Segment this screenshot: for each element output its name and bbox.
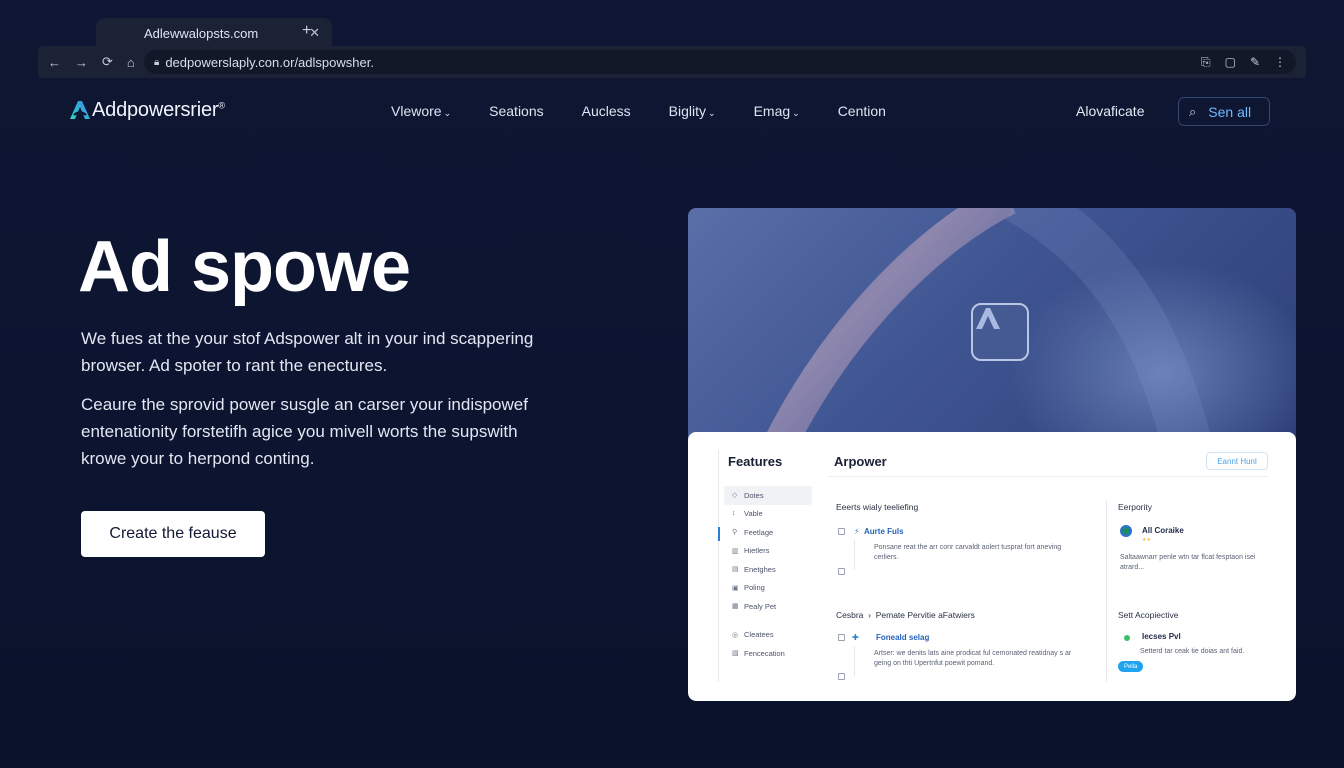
sidebar-item-icon: ▧ (732, 650, 739, 658)
avatar (1120, 525, 1132, 537)
toolbar-right-icons: ⎘ ▢ ✎ ⋮ (1201, 55, 1286, 70)
search-button-label: Sen all (1208, 103, 1252, 120)
dashboard-action-button[interactable]: Eannt Hunl (1206, 452, 1268, 470)
breadcrumb: Cesbra › Pemate Pervitie aFatwiers (836, 610, 975, 620)
sidebar-item[interactable]: ◎ Cleatees (724, 626, 812, 645)
forward-icon[interactable]: → (75, 55, 88, 70)
section-title: Eerpority (1118, 502, 1153, 512)
sidebar-item-icon: ◇ (732, 492, 738, 500)
search-button[interactable]: ⌕ Sen all (1178, 97, 1270, 126)
site-logo[interactable]: Addpowersrier® (68, 98, 225, 122)
dashboard-title: Arpower (834, 454, 887, 469)
nav-item-vlewore[interactable]: Vlewore ⌄ (391, 103, 451, 119)
dashboard-panel: Features Arpower Eannt Hunl ◇ Dotes ↕ Vabl… (688, 432, 1296, 701)
nav-item-seations[interactable]: Seations (489, 103, 543, 119)
row-title[interactable]: Iecses Pvl (1142, 632, 1181, 641)
chevron-down-icon: ⌄ (443, 108, 452, 118)
hero-paragraph-2: Ceaure the sprovid power susgle an carse… (81, 395, 528, 468)
divider (1106, 500, 1107, 682)
nav-item-biglity[interactable]: Biglity ⌄ (669, 103, 716, 119)
hero-paragraph-1: We fues at the your stof Adspower alt in… (81, 329, 534, 375)
rating-stars: ★★ (1142, 537, 1151, 543)
divider (718, 450, 719, 682)
new-tab-icon[interactable]: + (302, 22, 311, 40)
sidebar-item[interactable]: ◇ Dotes (724, 486, 812, 505)
search-icon: ⌕ (1189, 103, 1197, 119)
checkbox[interactable] (838, 568, 845, 575)
browser-tab[interactable]: Adlewwalopsts.com ✕ (96, 18, 332, 48)
menu-icon[interactable]: ⋮ (1274, 55, 1286, 70)
nav-buttons: ← → ⟳ ⌂ (48, 54, 144, 70)
back-icon[interactable]: ← (48, 55, 61, 70)
dashboard-sidebar: ◇ Dotes ↕ Vable ⚲ Feetlage ▥ Hietlers ▤ Enetg… (724, 486, 812, 663)
sidebar-item[interactable]: ▦ Pealy Pet (724, 597, 812, 616)
main-nav: Vlewore ⌄ Seations Aucless Biglity ⌄ Emag ⌄… (391, 103, 924, 119)
row-text: Saltaawnarr penle wtn tar flcat fesptaon… (1120, 554, 1256, 571)
sidebar-item-icon: ▥ (732, 547, 739, 555)
home-icon[interactable]: ⌂ (127, 55, 135, 70)
window-icon[interactable]: ▢ (1225, 55, 1236, 70)
status-badge: Pella (1118, 661, 1144, 672)
row-text: Ponsane reat the arr conr carvaldt aoler… (874, 544, 1062, 561)
checkbox[interactable] (838, 634, 845, 641)
app-logo-icon (971, 303, 1029, 361)
row-text: Setterd tar ceak tie doias ant faid. (1140, 648, 1245, 655)
lock-icon: 🔒︎ (154, 56, 160, 68)
sidebar-item-icon: ▤ (732, 566, 739, 574)
link-icon: ✚ (852, 633, 859, 642)
row-text: Artser: we denits lats aine prodicat ful… (874, 650, 1072, 667)
header-cta-link[interactable]: Alovaficate (1076, 103, 1144, 119)
sidebar-item[interactable]: ⚲ Feetlage (724, 523, 812, 542)
extension-icon[interactable]: ⎘ (1201, 55, 1211, 70)
status-dot (1124, 635, 1130, 641)
sidebar-item[interactable]: ↕ Vable (724, 505, 812, 524)
create-feature-button[interactable]: Create the feause (81, 511, 265, 557)
checkbox[interactable] (838, 673, 845, 680)
edit-icon[interactable]: ✎ (1250, 55, 1260, 70)
sidebar-item-icon: ↕ (732, 510, 736, 518)
sidebar-item-icon: ▦ (732, 603, 739, 611)
preview-banner (688, 208, 1296, 438)
logo-mark-icon (68, 98, 92, 122)
browser-chrome: Adlewwalopsts.com ✕ + ← → ⟳ ⌂ 🔒︎ dedpowe… (38, 16, 1306, 78)
tab-strip: Adlewwalopsts.com ✕ + (38, 16, 1306, 48)
url-text: dedpowerslaply.con.or/adlspowsher. (165, 54, 374, 70)
checkbox[interactable] (838, 528, 845, 535)
section-title: Sett Acopiective (1118, 610, 1179, 620)
row-title[interactable]: All Coraike (1142, 526, 1184, 535)
nav-item-cention[interactable]: Cention (838, 103, 886, 119)
sidebar-item[interactable]: ▥ Hietlers (724, 542, 812, 561)
nav-item-aucless[interactable]: Aucless (582, 103, 631, 119)
logo-text: Addpowersrier® (92, 98, 225, 121)
reload-icon[interactable]: ⟳ (102, 54, 113, 70)
sidebar-item-icon: ◎ (732, 631, 739, 639)
sidebar-item[interactable]: ▧ Fencecation (724, 644, 812, 663)
address-bar[interactable]: 🔒︎ dedpowerslaply.con.or/adlspowsher. ⎘ … (144, 50, 1296, 74)
sidebar-item[interactable]: ▣ Poling (724, 579, 812, 598)
product-preview: Features Arpower Eannt Hunl ◇ Dotes ↕ Vabl… (688, 208, 1296, 701)
browser-toolbar: ← → ⟳ ⌂ 🔒︎ dedpowerslaply.con.or/adlspow… (38, 46, 1306, 78)
tab-title: Adlewwalopsts.com (144, 25, 259, 41)
sidebar-title: Features (728, 454, 783, 469)
bolt-icon: ⚡︎ (854, 527, 860, 536)
row-title[interactable]: Foneald selag (876, 633, 929, 642)
section-title: Eeerts wialy teeliefing (836, 502, 919, 512)
hero-title: Ad spowe (78, 227, 411, 307)
divider (828, 476, 1268, 477)
sidebar-item-icon: ▣ (732, 584, 739, 592)
chevron-down-icon: ⌄ (708, 108, 716, 118)
active-indicator (718, 527, 720, 541)
site-header: Addpowersrier® Vlewore ⌄ Seations Aucless… (68, 96, 1274, 128)
row-title[interactable]: Aurte Fuls (864, 527, 904, 536)
chevron-down-icon: ⌄ (792, 108, 800, 118)
sidebar-item[interactable]: ▤ Enetghes (724, 560, 812, 579)
nav-item-emag[interactable]: Emag ⌄ (754, 103, 800, 119)
sidebar-item-icon: ⚲ (732, 529, 738, 537)
